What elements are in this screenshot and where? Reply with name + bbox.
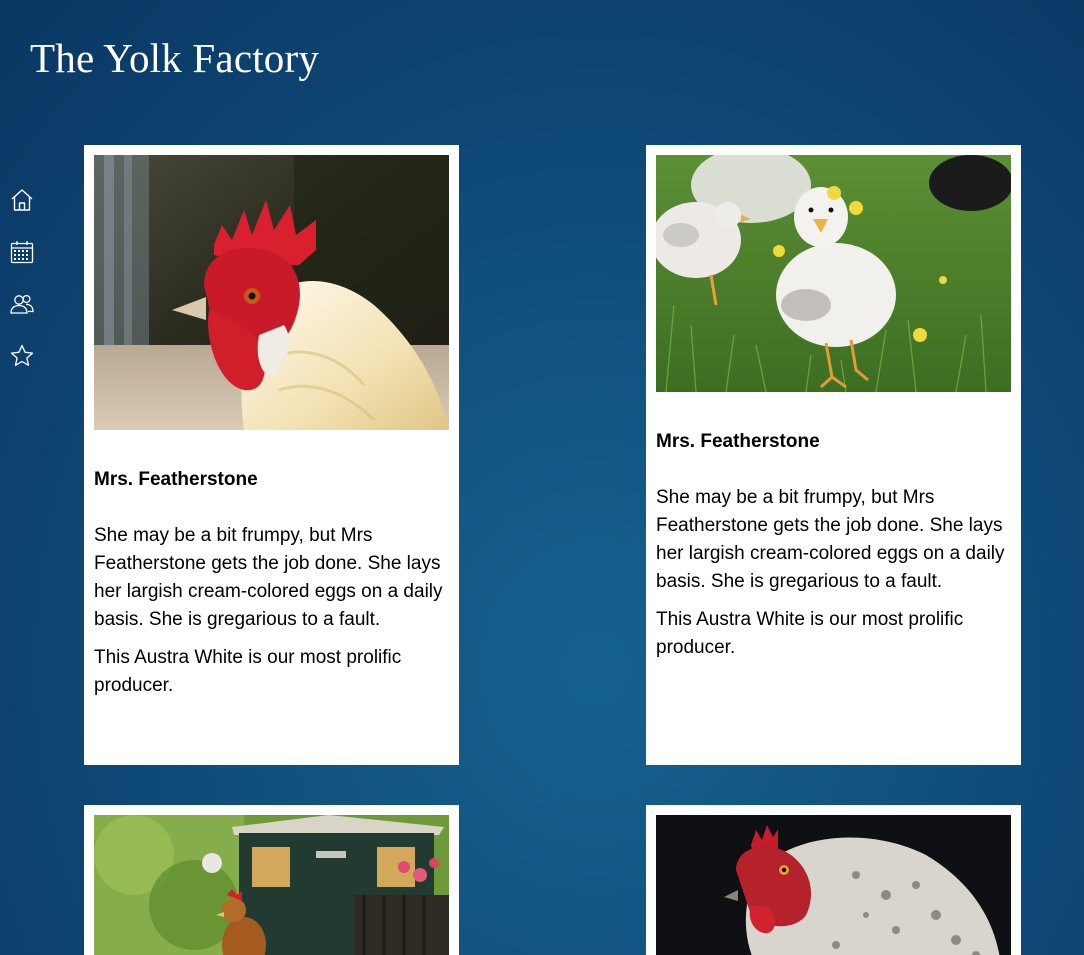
star-icon[interactable]: [9, 343, 35, 369]
hen-note: This Austra White is our most prolific p…: [94, 647, 402, 696]
people-icon[interactable]: [9, 291, 35, 317]
hen-description: She may be a bit frumpy, but Mrs Feather…: [94, 525, 443, 630]
hen-note: This Austra White is our most prolific p…: [656, 609, 964, 658]
side-navigation: [9, 187, 37, 395]
site-title: The Yolk Factory: [30, 35, 320, 81]
hen-card: [646, 805, 1021, 955]
rooster-photo: [94, 155, 449, 430]
hen-card: Mrs. Featherstone She may be a bit frump…: [84, 145, 459, 765]
grey-hen-photo: [656, 815, 1011, 955]
hen-card: Mrs. Featherstone She may be a bit frump…: [646, 145, 1021, 765]
chick-photo: [656, 155, 1011, 392]
hen-name: Mrs. Featherstone: [656, 431, 820, 452]
home-icon[interactable]: [9, 187, 35, 213]
hen-name: Mrs. Featherstone: [94, 469, 258, 490]
hen-card: [84, 805, 459, 955]
calendar-icon[interactable]: [9, 239, 35, 265]
garden-hen-photo: [94, 815, 449, 955]
hen-description: She may be a bit frumpy, but Mrs Feather…: [656, 487, 1005, 592]
